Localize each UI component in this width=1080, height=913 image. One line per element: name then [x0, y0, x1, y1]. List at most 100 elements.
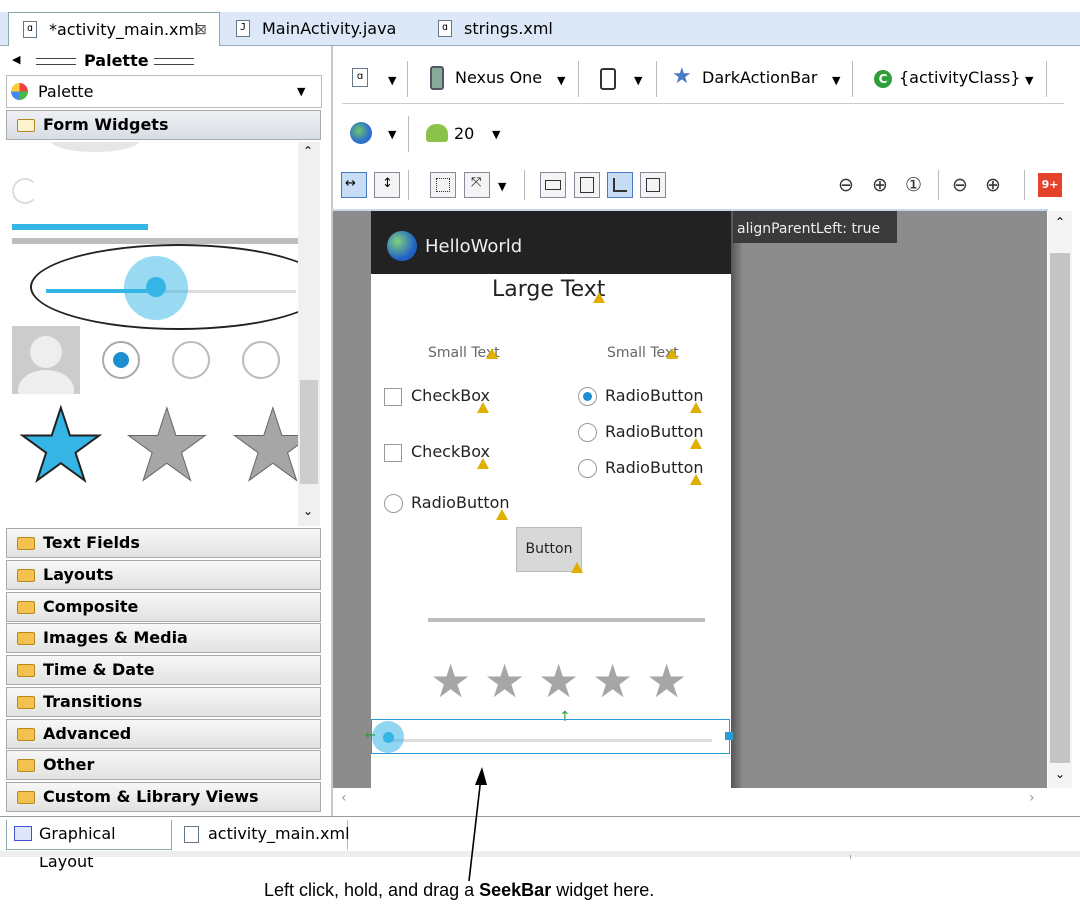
chevron-down-icon[interactable]: ⌄ — [303, 504, 313, 518]
radio-label: RadioButton — [411, 493, 510, 512]
radio-unchecked-widget[interactable] — [242, 341, 280, 379]
tab-main-activity-java[interactable]: J MainActivity.java — [222, 12, 422, 46]
locale-dropdown[interactable]: ▼ — [350, 120, 400, 148]
folder-icon — [17, 696, 35, 709]
category-layouts[interactable]: Layouts — [6, 560, 321, 590]
palette-mode-dropdown[interactable]: Palette ▼ — [6, 75, 322, 108]
close-icon[interactable]: ⊠ — [195, 13, 207, 47]
radio-checked-widget[interactable] — [102, 341, 140, 379]
category-other[interactable]: Other — [6, 750, 321, 780]
tab-activity-main-xml-source[interactable]: activity_main.xml — [176, 820, 350, 850]
radio-button-checked[interactable] — [578, 387, 597, 406]
scrollbar-thumb[interactable] — [1050, 253, 1070, 763]
fill-height-icon: ↕ — [382, 176, 393, 191]
phone-icon — [430, 66, 444, 90]
chevron-down-icon: ▼ — [1025, 74, 1034, 87]
checkbox[interactable] — [384, 444, 402, 462]
device-dropdown[interactable]: Nexus One ▼ — [422, 64, 572, 94]
radio-button[interactable] — [578, 423, 597, 442]
activity-dropdown[interactable]: C {activityClass} ▼ — [872, 64, 1040, 94]
chevron-down-icon[interactable]: ▼ — [498, 180, 506, 193]
rotate-device-icon — [600, 68, 616, 90]
category-composite[interactable]: Composite — [6, 592, 321, 622]
scrollbar-thumb[interactable] — [300, 380, 318, 484]
device-label: Nexus One — [455, 68, 543, 87]
seekbar-thumb[interactable] — [383, 732, 394, 743]
category-text-fields[interactable]: Text Fields — [6, 528, 321, 558]
theme-dropdown[interactable]: ★ DarkActionBar ▼ — [672, 64, 848, 94]
zoom-in-icon[interactable]: ⊕ — [985, 174, 1001, 196]
progress-spinner-widget[interactable] — [12, 178, 38, 204]
tab-strings-xml[interactable]: ɑ strings.xml — [424, 12, 584, 46]
instruction-caption: Left click, hold, and drag a SeekBar wid… — [264, 880, 654, 901]
radio-unchecked-widget[interactable] — [172, 341, 210, 379]
toggle-fill-height-button[interactable]: ↕ — [374, 172, 400, 198]
large-text-view[interactable]: Large Text — [492, 277, 605, 302]
chevron-up-icon[interactable]: ⌃ — [1055, 215, 1065, 229]
zoom-to-fit-icon[interactable]: ⊖ — [838, 174, 854, 196]
resize-icon: ⤧ — [471, 175, 482, 190]
align-baseline-button[interactable] — [607, 172, 633, 198]
palette-scrollbar[interactable]: ⌃ ⌄ — [298, 142, 320, 526]
center-in-parent-button[interactable] — [640, 172, 666, 198]
category-label: Images & Media — [43, 628, 188, 647]
category-form-widgets[interactable]: Form Widgets — [6, 110, 321, 140]
star-icon[interactable]: ★ — [15, 395, 107, 497]
category-label: Layouts — [43, 565, 114, 584]
api-level-dropdown[interactable]: 20 ▼ — [424, 120, 508, 148]
button-widget-preview[interactable] — [50, 142, 140, 152]
star-icon[interactable]: ★ — [228, 395, 298, 496]
folder-icon — [17, 537, 35, 550]
warning-icon — [571, 562, 583, 573]
tab-activity-main-xml[interactable]: ɑ *activity_main.xml ⊠ — [8, 12, 220, 46]
lint-warnings-badge[interactable]: 9+ — [1038, 173, 1062, 197]
category-label: Other — [43, 755, 95, 774]
quick-contact-badge-widget[interactable] — [12, 326, 80, 394]
chevron-right-icon[interactable]: › — [1029, 790, 1035, 806]
category-time-date[interactable]: Time & Date — [6, 655, 321, 685]
collapse-left-icon[interactable]: ◀ — [12, 53, 20, 66]
tab-graphical-layout[interactable]: Graphical Layout — [6, 820, 172, 871]
chevron-down-icon[interactable]: ⌄ — [1055, 767, 1065, 781]
progress-bar-widget[interactable] — [12, 224, 148, 230]
tab-label: MainActivity.java — [262, 19, 397, 38]
zoom-out-icon[interactable]: ⊖ — [952, 174, 968, 196]
category-transitions[interactable]: Transitions — [6, 687, 321, 717]
globe-icon — [350, 122, 372, 144]
zoom-100-icon[interactable]: ① — [905, 174, 922, 196]
chevron-up-icon[interactable]: ⌃ — [303, 144, 313, 158]
category-label: Time & Date — [43, 660, 155, 679]
chevron-down-icon: ▼ — [297, 85, 306, 98]
distribute-vertical-button[interactable] — [574, 172, 600, 198]
chevron-left-icon[interactable]: ‹ — [341, 790, 347, 806]
category-images-media[interactable]: Images & Media — [6, 623, 321, 653]
config-dropdown[interactable]: ɑ — [350, 64, 374, 92]
toolbar-separator — [408, 170, 409, 200]
warning-icon — [486, 348, 498, 359]
category-custom-library-views[interactable]: Custom & Library Views — [6, 782, 321, 812]
radio-button[interactable] — [384, 494, 403, 513]
star-icon[interactable]: ★ — [122, 395, 213, 496]
orientation-dropdown[interactable]: ▼ — [598, 64, 648, 94]
chevron-down-icon[interactable]: ▼ — [388, 74, 396, 87]
category-advanced[interactable]: Advanced — [6, 719, 321, 749]
checkbox[interactable] — [384, 388, 402, 406]
palette-header: Palette — [84, 51, 149, 70]
progress-bar-widget[interactable] — [428, 618, 705, 622]
resize-handle[interactable] — [725, 732, 733, 740]
resize-button[interactable]: ⤧ — [464, 172, 490, 198]
radio-button[interactable] — [578, 459, 597, 478]
toggle-fill-width-button[interactable]: ↔ — [341, 172, 367, 198]
palette-icon — [11, 83, 28, 100]
seekbar-drop-target[interactable] — [371, 719, 730, 754]
category-label: Transitions — [43, 692, 143, 711]
rating-bar[interactable]: ★ ★ ★ ★ ★ — [430, 658, 700, 706]
canvas-horizontal-scrollbar[interactable]: ‹ › — [333, 788, 1048, 812]
folder-icon — [17, 601, 35, 614]
chevron-down-icon: ▼ — [634, 74, 643, 87]
show-margins-button[interactable] — [430, 172, 456, 198]
zoom-real-size-icon[interactable]: ⊕ — [872, 174, 888, 196]
canvas-vertical-scrollbar[interactable]: ⌃ ⌄ — [1048, 211, 1072, 788]
java-file-icon: J — [236, 20, 250, 37]
distribute-horizontal-button[interactable] — [540, 172, 566, 198]
